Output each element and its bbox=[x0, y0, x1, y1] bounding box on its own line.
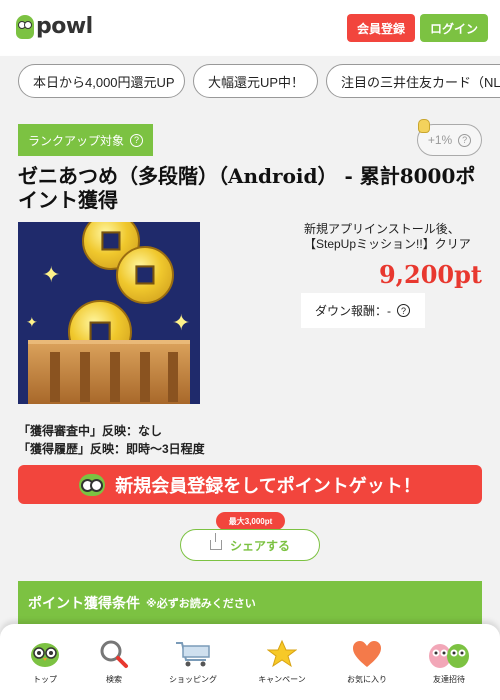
owl-icon bbox=[79, 473, 106, 496]
bottom-nav: トップ 検索 ショッピング キャンペーン お気に入り 友達招待 bbox=[0, 624, 500, 700]
tag-chip[interactable]: 大幅還元UP中！ bbox=[193, 64, 318, 98]
offer-thumbnail: ✦ ✦ ✦ bbox=[18, 222, 200, 404]
star-icon bbox=[242, 638, 322, 670]
note-line: 「獲得審査中」反映：なし bbox=[18, 424, 163, 438]
login-button[interactable]: ログイン bbox=[420, 14, 488, 42]
nav-shopping[interactable]: ショッピング bbox=[153, 638, 233, 685]
tag-bar: 本日から4,000円還元UP 大幅還元UP中！ 注目の三井住友カード（NL bbox=[0, 56, 500, 106]
tag-chip[interactable]: 本日から4,000円還元UP bbox=[18, 64, 185, 98]
nav-search[interactable]: 検索 bbox=[74, 638, 154, 685]
reflect-notes: 「獲得審査中」反映：なし 「獲得履歴」反映：即時～3日程度 bbox=[18, 422, 205, 458]
nav-label: ショッピング bbox=[169, 675, 217, 684]
offer-points: 9,200pt bbox=[378, 260, 482, 289]
share-label: シェアする bbox=[229, 538, 290, 553]
offer-description: 新規アプリインストール後、【StepUpミッション!!】クリア bbox=[304, 222, 471, 251]
register-cta-button[interactable]: 新規会員登録をしてポイントゲット！ bbox=[18, 465, 482, 504]
register-button[interactable]: 会員登録 bbox=[347, 14, 415, 42]
powl-logo[interactable]: powl bbox=[16, 14, 93, 39]
offer-title: ゼニあつめ（多段階）（Android） - 累計8000ポイント獲得 bbox=[18, 164, 476, 212]
down-reward[interactable]: ダウン報酬：- ? bbox=[301, 293, 425, 328]
share-icon bbox=[209, 533, 222, 550]
nav-top[interactable]: トップ bbox=[5, 638, 85, 685]
cta-label: 新規会員登録をしてポイントゲット！ bbox=[115, 475, 421, 496]
note-line: 「獲得履歴」反映：即時～3日程度 bbox=[18, 442, 205, 456]
nav-campaign[interactable]: キャンペーン bbox=[242, 638, 322, 685]
logo-text: powl bbox=[36, 14, 93, 39]
nav-label: 検索 bbox=[106, 675, 122, 684]
header: powl 会員登録 ログイン bbox=[0, 0, 500, 56]
sparkle-icon: ✦ bbox=[26, 314, 38, 330]
nav-invite[interactable]: 友達招待 bbox=[409, 638, 489, 685]
rank-up-badge[interactable]: ランクアップ対象 ? bbox=[18, 124, 153, 156]
nav-favorites[interactable]: お気に入り bbox=[327, 638, 407, 685]
nav-label: 友達招待 bbox=[433, 675, 465, 684]
wooden-box bbox=[28, 340, 190, 404]
rate-value: +1% bbox=[427, 133, 453, 147]
tag-chip[interactable]: 注目の三井住友カード（NL bbox=[326, 64, 500, 98]
sparkle-icon: ✦ bbox=[42, 262, 61, 287]
help-icon: ? bbox=[458, 133, 472, 147]
coin-image bbox=[116, 246, 174, 304]
friends-icon bbox=[409, 638, 489, 670]
share-button[interactable]: シェアする bbox=[180, 529, 320, 561]
share-tooltip: 最大3,000pt bbox=[216, 512, 285, 535]
help-icon: ? bbox=[130, 133, 144, 147]
owl-icon bbox=[5, 638, 85, 670]
heart-icon bbox=[327, 638, 407, 670]
sparkle-icon: ✦ bbox=[172, 310, 191, 335]
nav-label: お気に入り bbox=[347, 675, 387, 684]
hand-icon bbox=[418, 119, 430, 133]
rank-badge-label: ランクアップ対象 bbox=[28, 133, 125, 148]
search-icon bbox=[74, 638, 154, 670]
offer-card: ランクアップ対象 ? +1% ? ゼニあつめ（多段階）（Android） - 累… bbox=[0, 106, 500, 700]
down-reward-label: ダウン報酬：- bbox=[315, 304, 391, 318]
cart-icon bbox=[153, 638, 233, 670]
help-icon: ? bbox=[397, 304, 410, 317]
conditions-note: ※必ずお読みください bbox=[146, 598, 256, 610]
owl-logo-icon bbox=[16, 14, 34, 39]
conditions-title: ポイント獲得条件 bbox=[28, 595, 140, 611]
nav-label: キャンペーン bbox=[258, 675, 306, 684]
nav-label: トップ bbox=[33, 675, 57, 684]
conditions-header: ポイント獲得条件 ※必ずお読みください bbox=[18, 581, 482, 625]
